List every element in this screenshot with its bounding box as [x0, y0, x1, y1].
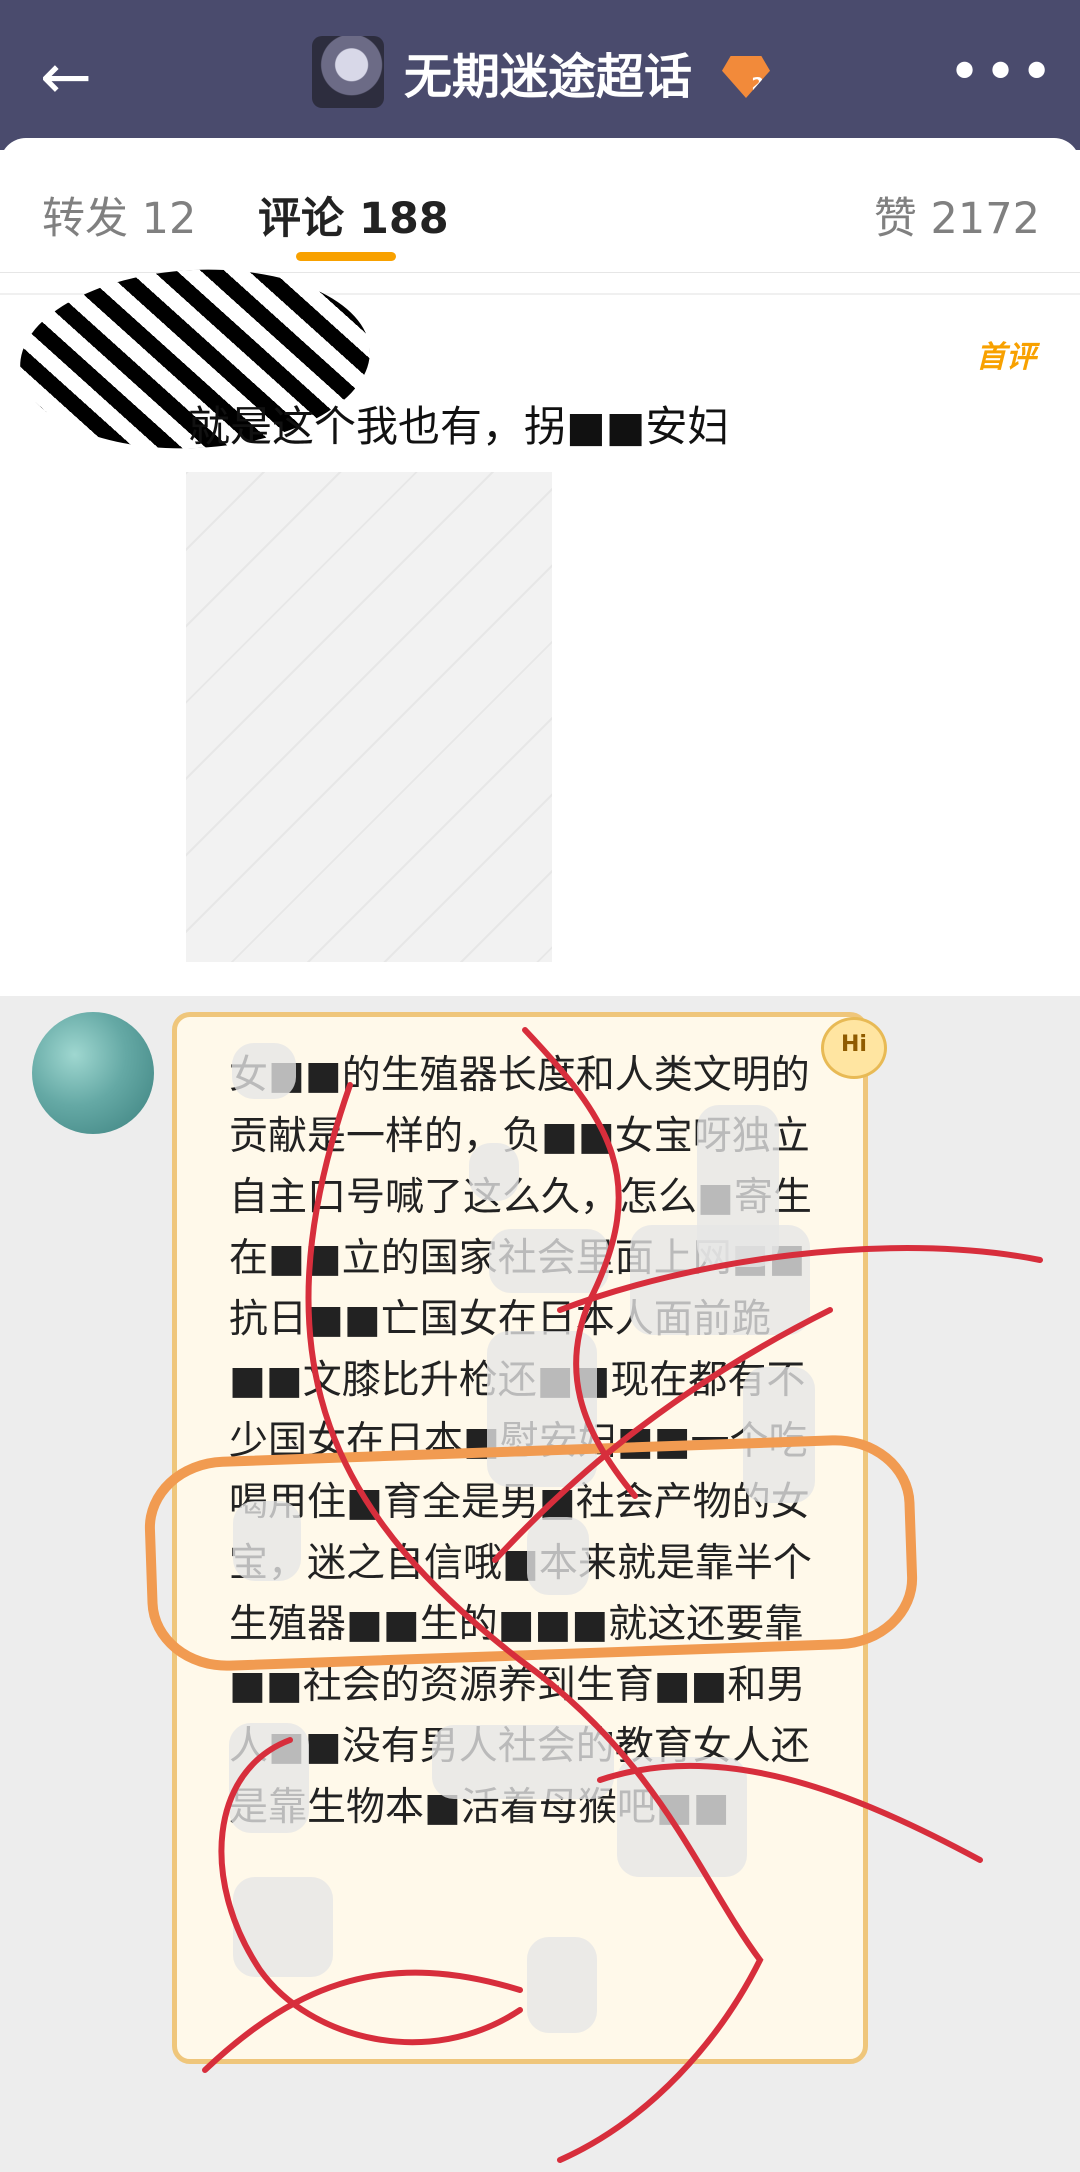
- blur-mark: [489, 1229, 609, 1293]
- tab-bar: 转发 12 评论 188 赞 2172: [0, 138, 1080, 273]
- arrow-left-icon[interactable]: ←: [40, 42, 110, 112]
- blur-mark: [617, 1757, 747, 1877]
- more-horizontal-icon[interactable]: •••: [948, 42, 1053, 112]
- level-badge-icon: 2: [722, 56, 770, 98]
- page-title: 无期迷途超话: [404, 49, 693, 105]
- avatar: [32, 1012, 154, 1134]
- blur-mark: [527, 1937, 597, 2033]
- tab-comment[interactable]: 评论 188: [258, 184, 449, 246]
- image-placeholder[interactable]: [186, 472, 552, 962]
- active-tab-indicator: [296, 252, 396, 261]
- first-comment-badge: 首评: [976, 340, 1036, 375]
- hi-icon: Hi: [821, 1017, 887, 1079]
- top-bar: ← 无期迷途超话 2 •••: [0, 0, 1080, 150]
- tab-like[interactable]: 赞 2172: [874, 184, 1040, 246]
- blur-mark: [233, 1877, 333, 1977]
- blur-mark: [232, 1043, 296, 1099]
- blur-mark: [432, 1725, 614, 1799]
- blur-mark: [229, 1723, 309, 1833]
- comment-text: 就是这个我也有，拐■■安妇: [188, 402, 730, 451]
- avatar[interactable]: [312, 36, 384, 108]
- highlight-circle: [142, 1432, 920, 1674]
- tab-forward[interactable]: 转发 12: [42, 184, 196, 246]
- blur-mark: [469, 1143, 519, 1201]
- blur-mark: [630, 1225, 810, 1335]
